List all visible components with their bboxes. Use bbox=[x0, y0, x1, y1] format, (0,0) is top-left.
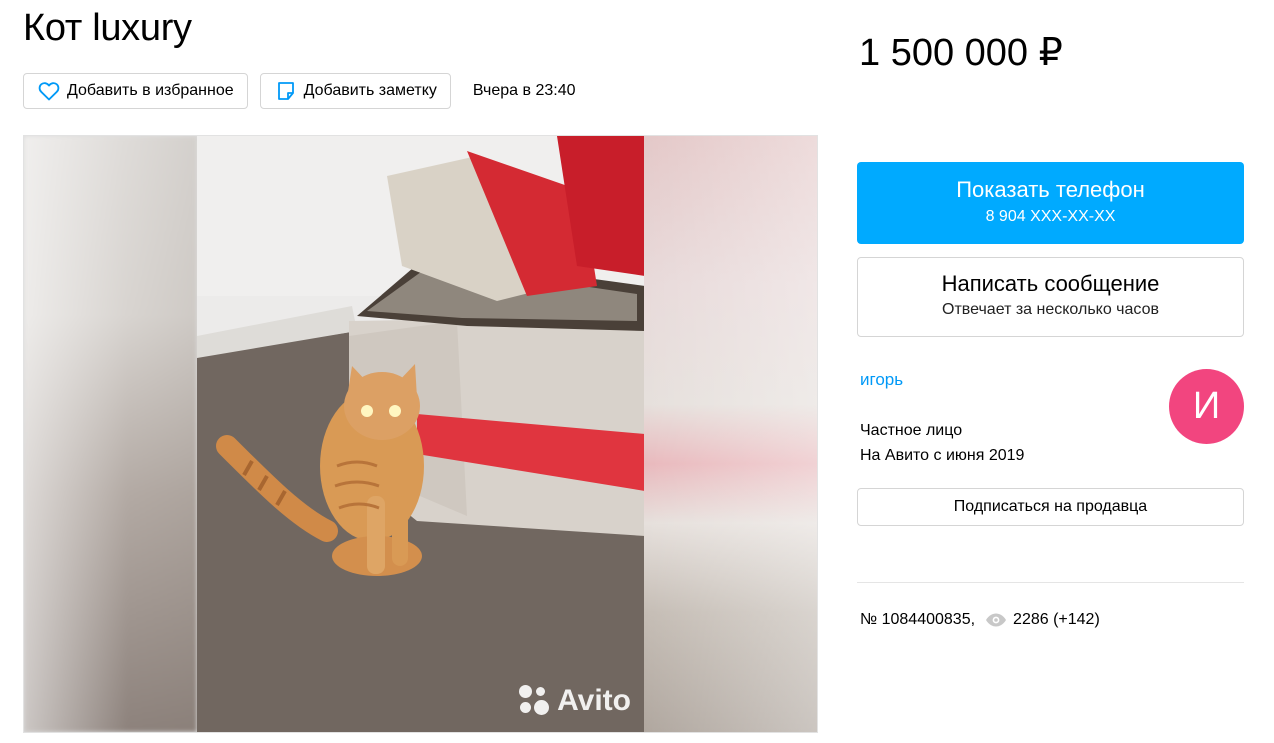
heart-icon bbox=[38, 80, 60, 102]
seller-type: Частное лицо bbox=[860, 422, 963, 439]
avito-logo-icon bbox=[519, 685, 551, 717]
add-to-favorites-label: Добавить в избранное bbox=[67, 82, 234, 99]
listing-date: Вчера в 23:40 bbox=[472, 82, 576, 99]
listing-title: Кот luxury bbox=[23, 7, 192, 49]
seller-since: На Авито с июня 2019 bbox=[860, 447, 1025, 464]
seller-name-link[interactable]: игорь bbox=[860, 370, 903, 390]
add-note-label: Добавить заметку bbox=[303, 82, 437, 99]
eye-icon bbox=[985, 613, 1007, 627]
avito-watermark: Avito bbox=[519, 684, 631, 718]
cat-photo bbox=[197, 136, 645, 732]
add-note-button[interactable]: Добавить заметку bbox=[259, 73, 451, 109]
masked-phone-number: 8 904 XXX-XX-XX bbox=[985, 208, 1116, 225]
response-time-text: Отвечает за несколько часов bbox=[942, 301, 1159, 318]
listing-photo[interactable]: Avito bbox=[197, 136, 645, 732]
seller-avatar[interactable]: И bbox=[1169, 369, 1244, 444]
subscribe-seller-button[interactable]: Подписаться на продавца bbox=[857, 488, 1244, 526]
write-message-button[interactable]: Написать сообщение Отвечает за несколько… bbox=[857, 257, 1244, 337]
gallery-blur-right bbox=[644, 136, 817, 732]
listing-price: 1 500 000 ₽ bbox=[859, 32, 1063, 74]
listing-number: № 1084400835, bbox=[860, 611, 976, 628]
view-count: 2286 (+142) bbox=[1013, 611, 1100, 628]
show-phone-label: Показать телефон bbox=[956, 177, 1145, 202]
avito-watermark-text: Avito bbox=[557, 684, 631, 717]
write-message-label: Написать сообщение bbox=[941, 271, 1160, 296]
note-icon bbox=[275, 80, 297, 102]
add-to-favorites-button[interactable]: Добавить в избранное bbox=[23, 73, 248, 109]
listing-meta: № 1084400835, 2286 (+142) bbox=[860, 611, 1100, 629]
show-phone-button[interactable]: Показать телефон 8 904 XXX-XX-XX bbox=[857, 162, 1244, 244]
listing-actions: Добавить в избранное Добавить заметку Вч… bbox=[23, 73, 576, 109]
photo-gallery[interactable]: Avito bbox=[23, 135, 818, 733]
gallery-blur-left bbox=[24, 136, 197, 732]
sidebar-divider bbox=[857, 582, 1244, 583]
